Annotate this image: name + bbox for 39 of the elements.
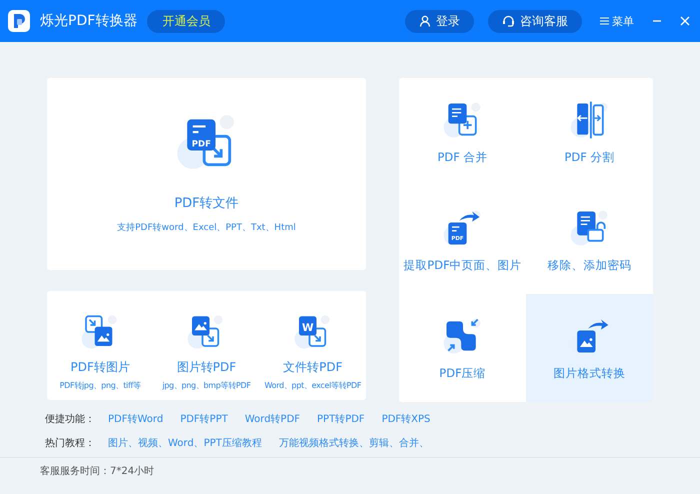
- customer-service-button[interactable]: 咨询客服: [488, 10, 582, 32]
- tool-label: PDF压缩: [439, 366, 486, 381]
- close-icon[interactable]: [680, 16, 690, 26]
- feature-description: Word、ppt、excel等转PDF: [264, 380, 362, 391]
- link[interactable]: PDF转PPT: [180, 412, 228, 426]
- tool-tile[interactable]: 移除、添加密码: [526, 186, 653, 294]
- feature-title[interactable]: PDF转图片: [70, 359, 130, 376]
- tool-tile[interactable]: PDF 分割: [526, 78, 653, 186]
- feature-title[interactable]: 文件转PDF: [283, 359, 343, 376]
- row-label: 热门教程：: [45, 436, 91, 450]
- link[interactable]: PPT转PDF: [317, 412, 365, 426]
- tool-label: 移除、添加密码: [548, 258, 632, 273]
- link[interactable]: Word转PDF: [244, 412, 300, 426]
- tool-label: 图片格式转换: [554, 366, 626, 381]
- vip-button[interactable]: 开通会员: [147, 10, 226, 32]
- feature-description: 支持PDF转word、Excel、PPT、Txt、Html: [117, 222, 296, 234]
- service-hours: 客服服务时间：7*24小时: [40, 466, 154, 477]
- link[interactable]: 万能视频格式转换、剪辑、合并、: [278, 436, 429, 450]
- feature-title: PDF转文件: [174, 195, 239, 212]
- tool-label: 提取PDF中页面、图片: [403, 258, 522, 273]
- app-logo-icon: [8, 10, 30, 32]
- row-label: 便捷功能：: [45, 412, 91, 426]
- headset-icon: [502, 15, 515, 27]
- feature-title[interactable]: 图片转PDF: [176, 359, 236, 376]
- feature-description: jpg、png、bmp等转PDF: [162, 380, 251, 391]
- feature-description: PDF转jpg、png、tiff等: [60, 380, 141, 391]
- user-icon: [419, 15, 431, 27]
- menu-button[interactable]: 菜单: [600, 14, 634, 28]
- tool-label: PDF 合并: [437, 150, 488, 165]
- tool-label: PDF 分割: [564, 150, 615, 165]
- menu-icon: [600, 17, 609, 25]
- link[interactable]: 图片、视频、Word、PPT压缩教程: [108, 436, 262, 450]
- tool-tile[interactable]: PDF压缩: [399, 294, 526, 402]
- link[interactable]: PDF转XPS: [382, 412, 430, 426]
- tool-tile[interactable]: PDF 合并: [399, 78, 526, 186]
- link[interactable]: PDF转Word: [108, 412, 164, 426]
- app-title: 烁光PDF转换器: [40, 12, 138, 30]
- tool-tile[interactable]: 图片格式转换: [526, 294, 653, 402]
- login-button[interactable]: 登录: [405, 10, 474, 32]
